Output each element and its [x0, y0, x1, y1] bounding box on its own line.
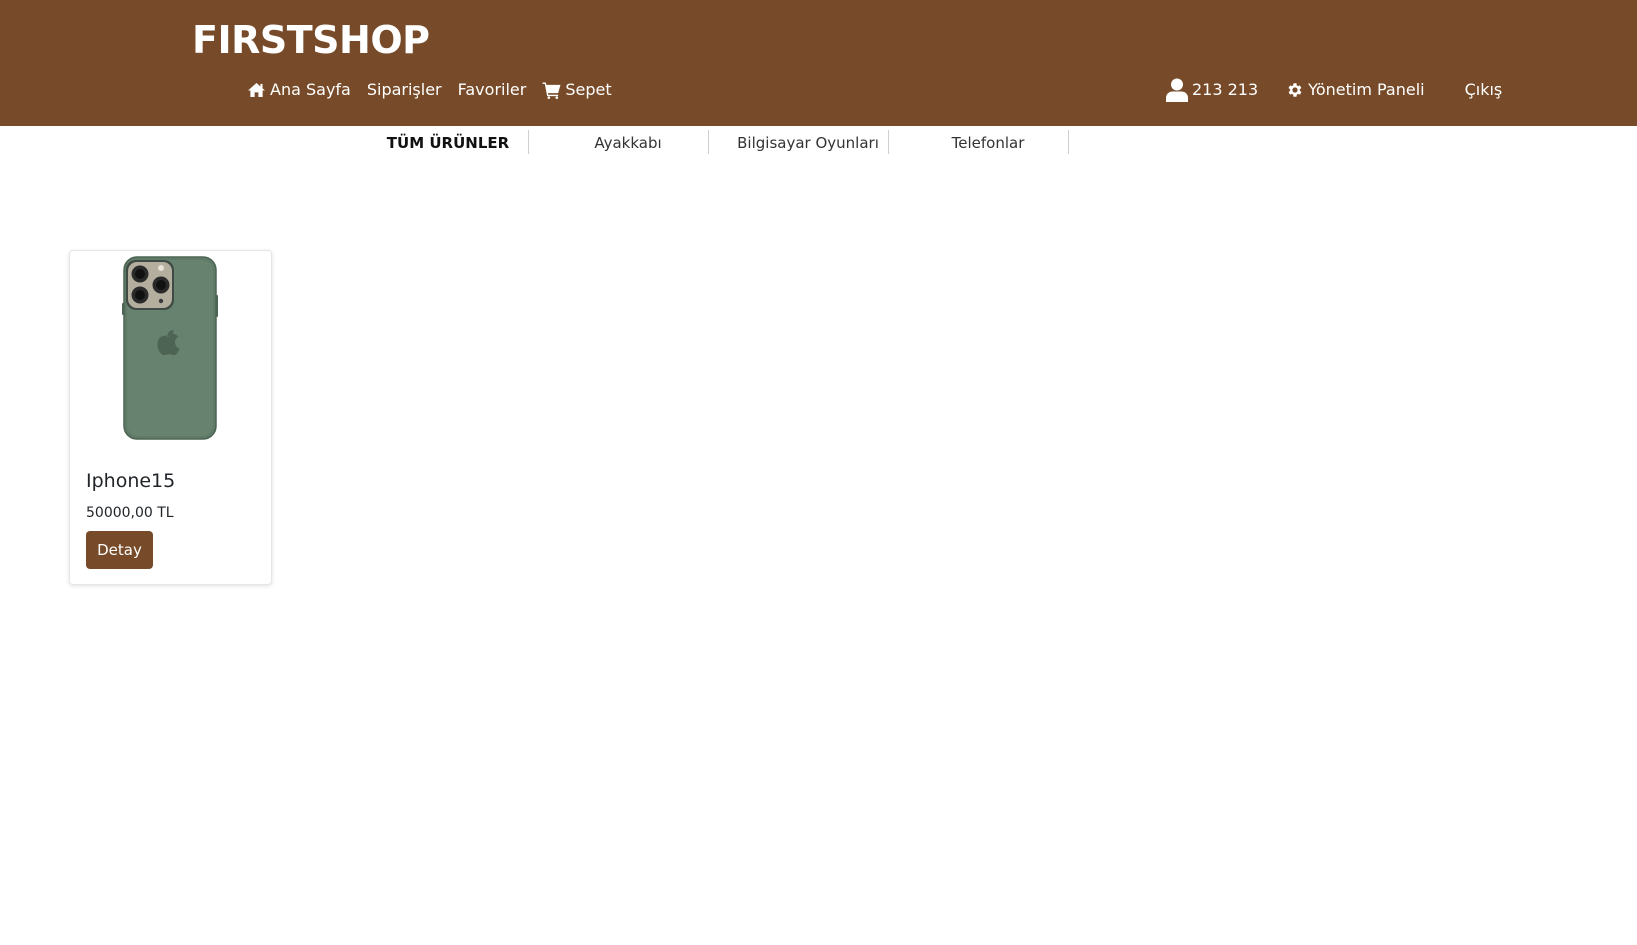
category-divider [708, 130, 709, 154]
product-detail-button[interactable]: Detay [86, 531, 153, 569]
category-tab-phones[interactable]: Telefonlar [898, 130, 1078, 156]
product-name: Iphone15 [86, 470, 176, 492]
cart-icon [542, 81, 561, 99]
nav-favorites-label: Favoriler [457, 80, 527, 99]
phone-case-image[interactable] [122, 255, 218, 441]
site-header: FIRSTSHOP Ana Sayfa Siparişler Favoriler… [0, 0, 1637, 126]
brand-logo[interactable]: FIRSTSHOP [192, 14, 430, 66]
category-divider [1068, 130, 1069, 154]
gear-icon [1288, 83, 1302, 97]
category-tab-all[interactable]: TÜM ÜRÜNLER [378, 130, 518, 156]
user-nav: 213 213 Yönetim Paneli Çıkış [1166, 76, 1502, 104]
category-divider [528, 130, 529, 154]
nav-orders-label: Siparişler [366, 80, 442, 99]
nav-user-label: 213 213 [1192, 80, 1259, 99]
category-bar: TÜM ÜRÜNLER Ayakkabı Bilgisayar Oyunları… [0, 126, 1637, 156]
user-icon [1166, 78, 1188, 102]
main-nav: Ana Sayfa Siparişler Favoriler Sepet [247, 76, 628, 104]
category-divider [888, 130, 889, 154]
nav-admin-panel[interactable]: Yönetim Paneli [1286, 76, 1425, 104]
nav-home-label: Ana Sayfa [270, 80, 351, 99]
product-card: Iphone15 50000,00 TL Detay [69, 250, 272, 585]
nav-logout[interactable]: Çıkış [1465, 76, 1503, 104]
home-icon [248, 82, 265, 98]
nav-logout-label: Çıkış [1464, 80, 1503, 99]
nav-cart-label: Sepet [565, 80, 612, 99]
nav-favorites[interactable]: Favoriler [458, 76, 527, 104]
nav-home[interactable]: Ana Sayfa [247, 76, 351, 104]
nav-orders[interactable]: Siparişler [367, 76, 442, 104]
nav-user-profile[interactable]: 213 213 [1166, 76, 1258, 104]
nav-cart[interactable]: Sepet [542, 76, 612, 104]
category-tab-shoes[interactable]: Ayakkabı [538, 130, 718, 156]
product-price: 50000,00 TL [86, 505, 174, 521]
category-tab-games[interactable]: Bilgisayar Oyunları [718, 130, 898, 156]
nav-admin-label: Yönetim Paneli [1308, 80, 1425, 99]
